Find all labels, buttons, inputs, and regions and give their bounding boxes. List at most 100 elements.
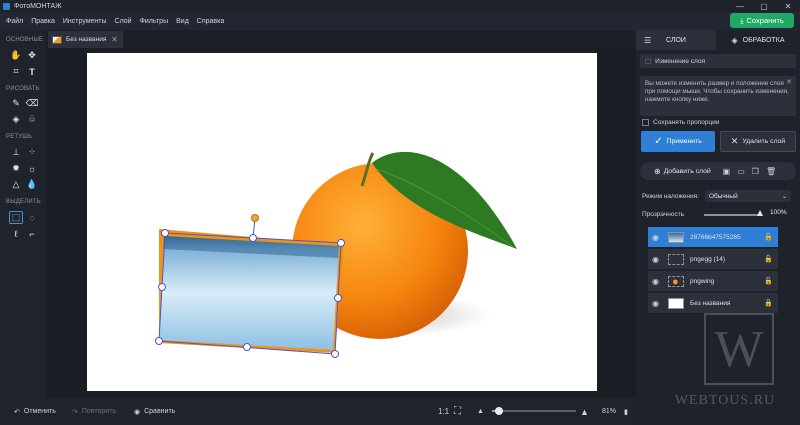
menu-filters[interactable]: Фильтры xyxy=(140,18,169,25)
eye-icon[interactable]: ◉ xyxy=(652,277,662,286)
unlock-icon[interactable]: 🔓 xyxy=(764,233,773,241)
save-button-label: Сохранить xyxy=(746,16,784,25)
unlock-icon[interactable]: 🔓 xyxy=(764,255,773,263)
delete-layer-button[interactable]: ✕ Удалить слой xyxy=(720,131,796,152)
save-button[interactable]: ⤓ Сохранить xyxy=(730,13,794,28)
handle-top-left[interactable] xyxy=(161,229,169,237)
eye-icon[interactable]: ◉ xyxy=(652,255,662,264)
zoom-slider-thumb[interactable] xyxy=(495,407,503,415)
fit-screen-icon[interactable]: ⛶ xyxy=(454,398,461,425)
rotate-handle[interactable] xyxy=(251,214,259,222)
folder-icon[interactable]: ▭ xyxy=(737,167,745,176)
layer-thumbnail xyxy=(668,253,684,265)
unlock-icon[interactable]: 🔓 xyxy=(764,277,773,285)
opacity-slider-thumb[interactable] xyxy=(757,210,763,216)
shapes-icon[interactable]: ♧ xyxy=(25,113,39,126)
handle-top[interactable] xyxy=(249,234,257,242)
tab-processing[interactable]: ◈ ОБРАБОТКА xyxy=(716,30,800,50)
image-layer-icon[interactable]: ▣ xyxy=(723,167,731,176)
handle-left[interactable] xyxy=(158,283,166,291)
zoom-in-icon[interactable]: ▲ xyxy=(580,398,589,425)
blur-drop-icon[interactable]: 💧 xyxy=(25,178,39,191)
ellipse-select-icon[interactable]: ◌ xyxy=(25,211,39,224)
keep-proportions-checkbox[interactable]: Сохранять пропорции xyxy=(642,116,719,128)
left-toolbar: ОСНОВНЫЕ ✋ ✥ ⌗ T РИСОВАТЬ ✎ ⌫ ◈ ♧ РЕТУШЬ… xyxy=(0,30,46,398)
handle-bottom-right[interactable] xyxy=(331,350,339,358)
handle-bottom-left[interactable] xyxy=(155,337,163,345)
redo-label: Повторить xyxy=(81,408,117,415)
eye-icon[interactable]: ◉ xyxy=(652,233,662,242)
delete-layer-label: Удалить слой xyxy=(742,138,786,145)
compare-button[interactable]: ◉ Сравнить xyxy=(134,398,175,425)
hint-box: Вы можете изменить размер и положение сл… xyxy=(640,76,796,116)
group-label-draw: РИСОВАТЬ xyxy=(6,86,40,92)
close-hint-icon[interactable]: ✕ xyxy=(786,79,792,87)
eye-icon[interactable]: ◉ xyxy=(652,299,662,308)
dodge-icon[interactable]: ☼ xyxy=(25,162,39,175)
maximize-button[interactable]: ▢ xyxy=(752,0,776,12)
stamp-icon[interactable]: ⊥ xyxy=(9,146,23,159)
undo-button[interactable]: ↶ Отменить xyxy=(14,398,56,425)
rect-select-icon[interactable]: ⬚ xyxy=(9,211,23,224)
opacity-value: 100% xyxy=(770,209,787,216)
sharpen-icon[interactable]: △ xyxy=(9,178,23,191)
trash-icon[interactable]: 🗑 xyxy=(766,167,776,176)
healing-icon[interactable]: ⁘ xyxy=(25,146,39,159)
layers-toolbar: ⊕ Добавить слой ▣ ▭ ❐ 🗑 xyxy=(640,162,796,180)
close-window-button[interactable]: ✕ xyxy=(776,0,800,12)
lasso-icon[interactable]: ℓ xyxy=(9,227,23,240)
move-icon[interactable]: ✥ xyxy=(25,49,39,62)
blend-mode-row: Режим наложения: Обычный ⌄ xyxy=(642,190,792,202)
handle-right[interactable] xyxy=(334,294,342,302)
undo-label: Отменить xyxy=(23,408,56,415)
menu-view[interactable]: Вид xyxy=(176,18,189,25)
watermark-logo: W xyxy=(704,313,774,385)
watermark-text: WEBTOUS.RU xyxy=(674,393,776,408)
minimize-button[interactable]: — xyxy=(728,0,752,12)
handle-top-right[interactable] xyxy=(337,239,345,247)
zoom-out-icon[interactable]: ▲ xyxy=(477,398,484,425)
text-icon[interactable]: T xyxy=(25,65,39,78)
redo-button[interactable]: ↷ Повторить xyxy=(72,398,116,425)
close-tab-icon[interactable]: ✕ xyxy=(111,35,118,44)
menu-help[interactable]: Справка xyxy=(197,18,224,25)
hand-icon[interactable]: ✋ xyxy=(9,49,23,62)
layer-name: Без названия xyxy=(690,299,731,307)
checkbox-box[interactable] xyxy=(642,118,649,126)
layer-edit-mode: ⬚ Изменение слоя xyxy=(640,54,796,68)
layer-item[interactable]: ◉ Без названия 🔒 xyxy=(648,293,778,313)
opacity-label: Прозрачность xyxy=(642,210,685,218)
apply-button[interactable]: ✓ Применить xyxy=(641,131,715,152)
layer-edit-mode-label: Изменение слоя xyxy=(655,57,705,65)
polygon-lasso-icon[interactable]: ⌐ xyxy=(25,227,39,240)
document-tab[interactable]: Без названия ✕ xyxy=(48,31,123,48)
keep-proportions-label: Сохранять пропорции xyxy=(653,118,720,126)
blend-mode-label: Режим наложения: xyxy=(642,192,699,200)
opacity-slider[interactable] xyxy=(704,214,760,216)
blend-mode-select[interactable]: Обычный ⌄ xyxy=(704,190,791,202)
lock-icon[interactable]: 🔒 xyxy=(764,299,773,307)
layer-item[interactable]: ◉ pngwing 🔓 xyxy=(648,271,778,291)
watermark-letter: W xyxy=(714,320,764,378)
handle-bottom[interactable] xyxy=(243,343,251,351)
document-tab-label: Без названия xyxy=(66,36,107,43)
zoom-dropdown-icon[interactable]: ▮ xyxy=(624,398,628,425)
eraser-icon[interactable]: ⌫ xyxy=(25,97,39,110)
menu-edit[interactable]: Правка xyxy=(31,18,55,25)
tab-layers[interactable]: ☰ СЛОИ xyxy=(636,30,716,50)
brightness-icon[interactable]: ✹ xyxy=(9,162,23,175)
fill-icon[interactable]: ◈ xyxy=(9,113,23,126)
add-layer-button[interactable]: ⊕ Добавить слой xyxy=(654,167,711,176)
menu-tools[interactable]: Инструменты xyxy=(63,18,107,25)
menu-file[interactable]: Файл xyxy=(6,18,23,25)
layer-item[interactable]: ◉ pngegg (14) 🔓 xyxy=(648,249,778,269)
menu-layer[interactable]: Слой xyxy=(115,18,132,25)
brush-icon[interactable]: ✎ xyxy=(9,97,23,110)
crop-icon[interactable]: ⌗ xyxy=(9,65,23,78)
actual-size-button[interactable]: 1:1 xyxy=(438,398,449,425)
duplicate-icon[interactable]: ❐ xyxy=(752,167,759,176)
zoom-slider[interactable] xyxy=(492,407,576,415)
image-canvas[interactable] xyxy=(87,53,597,391)
layer-item[interactable]: ◉ 28766b47575285 🔓 xyxy=(648,227,778,247)
opacity-row: Прозрачность 100% xyxy=(642,208,794,220)
